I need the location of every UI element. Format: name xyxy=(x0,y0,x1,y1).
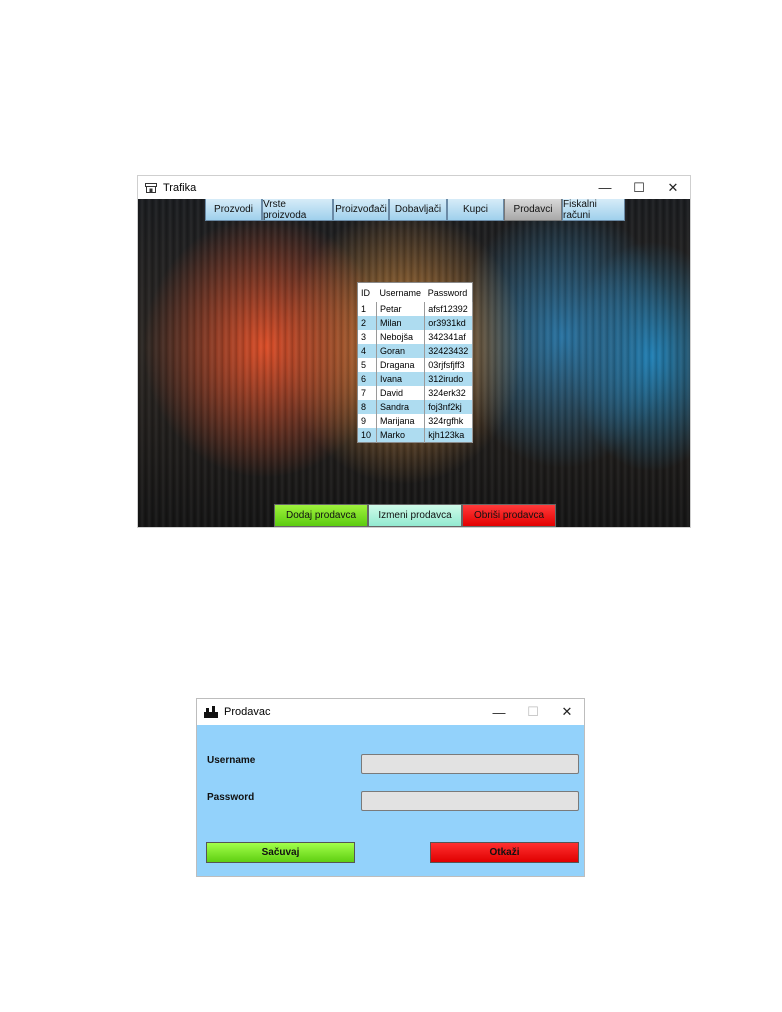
cell-password: 324erk32 xyxy=(424,386,473,400)
table-row[interactable]: 10 Marko kjh123ka xyxy=(357,428,473,443)
password-field[interactable] xyxy=(361,791,579,811)
cell-id: 3 xyxy=(357,330,377,344)
tab-dobavljaci[interactable]: Dobavljači xyxy=(389,199,447,221)
main-titlebar: Trafika — ☐ ✕ xyxy=(138,176,690,199)
dialog-titlebar: Prodavac — ☐ ✕ xyxy=(197,699,584,725)
cell-password: 342341af xyxy=(424,330,473,344)
table-row[interactable]: 6 Ivana 312irudo xyxy=(357,372,473,386)
dialog-title: Prodavac xyxy=(224,706,271,718)
close-button[interactable]: ✕ xyxy=(550,701,584,724)
dialog-body: Username Password Sačuvaj Otkaži xyxy=(197,725,584,876)
table-row[interactable]: 2 Milan or3931kd xyxy=(357,316,473,330)
cell-username: Milan xyxy=(376,316,426,330)
cell-id: 4 xyxy=(357,344,377,358)
tab-fiskalni-racuni[interactable]: Fiskalni računi xyxy=(562,199,625,221)
minimize-button[interactable]: — xyxy=(482,701,516,724)
cell-id: 8 xyxy=(357,400,377,414)
table-row[interactable]: 9 Marijana 324rgfhk xyxy=(357,414,473,428)
table-row[interactable]: 4 Goran 32423432 xyxy=(357,344,473,358)
sellers-table[interactable]: ID Username Password 1 Petar afsf12392 2… xyxy=(357,282,473,443)
cell-password: 32423432 xyxy=(424,344,473,358)
cell-username: Marko xyxy=(376,428,426,443)
cell-id: 9 xyxy=(357,414,377,428)
shop-icon xyxy=(145,182,157,193)
table-header-row: ID Username Password xyxy=(357,282,473,302)
cell-password: foj3nf2kj xyxy=(424,400,473,414)
edit-seller-button[interactable]: Izmeni prodavca xyxy=(368,504,462,527)
minimize-button[interactable]: — xyxy=(588,176,622,199)
cell-username: Marijana xyxy=(376,414,426,428)
delete-seller-button[interactable]: Obriši prodavca xyxy=(462,504,556,527)
cell-id: 2 xyxy=(357,316,377,330)
cell-username: Petar xyxy=(376,302,426,316)
cell-username: Nebojša xyxy=(376,330,426,344)
cell-username: Goran xyxy=(376,344,426,358)
tab-vrste-proizvoda[interactable]: Vrste proizvoda xyxy=(262,199,333,221)
cell-username: Dragana xyxy=(376,358,426,372)
cell-username: Ivana xyxy=(376,372,426,386)
cell-username: David xyxy=(376,386,426,400)
cell-password: kjh123ka xyxy=(424,428,473,443)
cell-password: 03rjfsfjff3 xyxy=(424,358,473,372)
shop-icon xyxy=(204,706,218,718)
tab-bar: Prozvodi Vrste proizvoda Proizvođači Dob… xyxy=(205,199,625,221)
action-bar: Dodaj prodavca Izmeni prodavca Obriši pr… xyxy=(274,504,556,527)
cell-id: 7 xyxy=(357,386,377,400)
close-button[interactable]: ✕ xyxy=(656,176,690,199)
cell-password: afsf12392 xyxy=(424,302,473,316)
cell-username: Sandra xyxy=(376,400,426,414)
cell-id: 1 xyxy=(357,302,377,316)
table-row[interactable]: 1 Petar afsf12392 xyxy=(357,302,473,316)
cell-id: 5 xyxy=(357,358,377,372)
tab-prodavci[interactable]: Prodavci xyxy=(504,199,562,221)
cell-password: or3931kd xyxy=(424,316,473,330)
tab-kupci[interactable]: Kupci xyxy=(447,199,504,221)
seller-dialog: Prodavac — ☐ ✕ Username Password Sačuvaj… xyxy=(197,699,584,876)
table-row[interactable]: 3 Nebojša 342341af xyxy=(357,330,473,344)
cell-password: 312irudo xyxy=(424,372,473,386)
username-field[interactable] xyxy=(361,754,579,774)
main-window-title: Trafika xyxy=(163,181,197,194)
cell-id: 6 xyxy=(357,372,377,386)
table-row[interactable]: 8 Sandra foj3nf2kj xyxy=(357,400,473,414)
save-button[interactable]: Sačuvaj xyxy=(206,842,355,863)
maximize-button[interactable]: ☐ xyxy=(622,176,656,199)
cell-id: 10 xyxy=(357,428,377,443)
tab-prozvodi[interactable]: Prozvodi xyxy=(205,199,262,221)
password-label: Password xyxy=(207,792,255,803)
maximize-button: ☐ xyxy=(527,704,539,719)
column-header-username[interactable]: Username xyxy=(376,282,425,302)
username-label: Username xyxy=(207,755,256,766)
column-header-id[interactable]: ID xyxy=(357,282,377,302)
column-header-password[interactable]: Password xyxy=(424,282,473,302)
table-row[interactable]: 7 David 324erk32 xyxy=(357,386,473,400)
tab-proizvodjaci[interactable]: Proizvođači xyxy=(333,199,389,221)
cell-password: 324rgfhk xyxy=(424,414,473,428)
table-row[interactable]: 5 Dragana 03rjfsfjff3 xyxy=(357,358,473,372)
main-window: Trafika — ☐ ✕ Prozvodi Vrste proizvoda P… xyxy=(138,176,690,527)
add-seller-button[interactable]: Dodaj prodavca xyxy=(274,504,368,527)
cancel-button[interactable]: Otkaži xyxy=(430,842,579,863)
